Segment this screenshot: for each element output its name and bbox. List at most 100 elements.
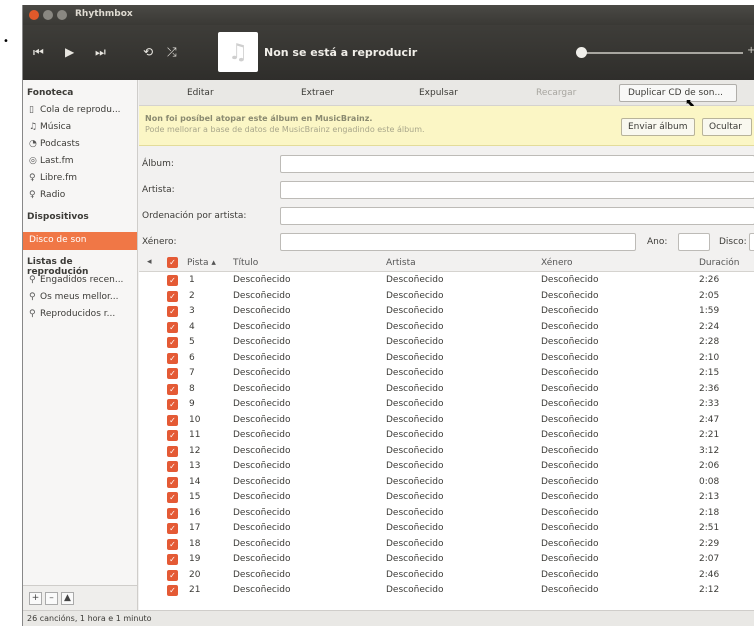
- remove-playlist-button[interactable]: –: [45, 592, 58, 605]
- reload-button[interactable]: Recargar: [536, 88, 576, 98]
- track-title: Descoñecido: [233, 569, 291, 580]
- track-checkbox[interactable]: ✓: [167, 569, 178, 581]
- table-row[interactable]: ✓ 7 Descoñecido Descoñecido Descoñecido 2:15: [139, 366, 754, 382]
- track-checkbox[interactable]: ✓: [167, 368, 178, 379]
- table-row[interactable]: ✓ 15 Descoñecido Descoñecido Descoñecido 2:13: [139, 490, 754, 506]
- track-checkbox[interactable]: ✓: [167, 445, 178, 457]
- close-window-button[interactable]: [29, 10, 39, 20]
- volume-slider-track[interactable]: [580, 52, 743, 54]
- track-artist: Descoñecido: [386, 554, 444, 564]
- sidebar-bottom-bar: + – ▲: [23, 585, 137, 610]
- column-title[interactable]: Título: [233, 258, 258, 268]
- play-icon[interactable]: ▶: [65, 45, 74, 59]
- table-row[interactable]: ✓ 1 Descoñecido Descoñecido Descoñecido 2:26: [139, 273, 754, 289]
- year-input[interactable]: [678, 233, 710, 251]
- table-row[interactable]: ✓ 20 Descoñecido Descoñecido Descoñecido 2:46: [139, 568, 754, 584]
- sidebar-item-music[interactable]: ♫ Música: [29, 122, 71, 132]
- track-checkbox[interactable]: ✓: [167, 321, 178, 333]
- artist-input[interactable]: [280, 181, 754, 199]
- album-input[interactable]: [280, 155, 754, 173]
- table-row[interactable]: ✓ 13 Descoñecido Descoñecido Descoñecido 2:06: [139, 459, 754, 475]
- now-playing-label: Non se está a reproducir: [264, 46, 418, 59]
- track-duration: 2:36: [699, 383, 720, 394]
- table-row[interactable]: ✓ 3 Descoñecido Descoñecido Descoñecido 1:59: [139, 304, 754, 320]
- track-checkbox[interactable]: ✓: [167, 337, 178, 348]
- table-row[interactable]: ✓ 11 Descoñecido Descoñecido Descoñecido 2:21: [139, 428, 754, 444]
- table-row[interactable]: ✓ 2 Descoñecido Descoñecido Descoñecido 2:05: [139, 289, 754, 305]
- select-all-checkbox[interactable]: ✓: [167, 257, 178, 268]
- artist-sort-input[interactable]: [280, 207, 754, 225]
- track-duration: 2:46: [699, 569, 720, 580]
- column-duration[interactable]: Duración: [699, 258, 740, 268]
- track-checkbox[interactable]: ✓: [167, 290, 178, 302]
- sidebar-item-play-queue[interactable]: ▯ Cola de reprodu...: [29, 105, 121, 115]
- sidebar-item-top-rated[interactable]: ⚲ Os meus mellor...: [29, 292, 118, 302]
- sidebar-item-recently-played[interactable]: ⚲ Reproducidos r...: [29, 309, 115, 319]
- table-row[interactable]: ✓ 12 Descoñecido Descoñecido Descoñecido 3:12: [139, 444, 754, 460]
- shuffle-icon[interactable]: ⤮: [167, 45, 177, 60]
- track-checkbox[interactable]: ✓: [167, 430, 178, 441]
- table-row[interactable]: ✓ 5 Descoñecido Descoñecido Descoñecido 2:28: [139, 335, 754, 351]
- track-number: 16: [189, 507, 201, 518]
- track-genre: Descoñecido: [541, 538, 599, 549]
- sidebar-item-lastfm[interactable]: ◎ Last.fm: [29, 156, 74, 166]
- column-track[interactable]: Pista ▴: [187, 258, 216, 268]
- music-note-icon: ♫: [228, 39, 248, 65]
- column-artist[interactable]: Artista: [386, 258, 416, 268]
- extract-button[interactable]: Extraer: [301, 88, 334, 98]
- sidebar-item-radio[interactable]: ♀ Radio: [29, 190, 65, 200]
- track-artist: Descoñecido: [386, 476, 444, 487]
- track-artist: Descoñecido: [386, 368, 444, 378]
- track-checkbox[interactable]: ✓: [167, 476, 178, 488]
- hide-button[interactable]: Ocultar: [702, 118, 752, 136]
- track-checkbox[interactable]: ✓: [167, 399, 178, 410]
- plus-icon[interactable]: +: [747, 45, 754, 56]
- player-toolbar: ⏮ ▶ ⏭ ⟲ ⤮ ♫ Non se está a reproducir +: [23, 25, 754, 80]
- track-checkbox[interactable]: ✓: [167, 383, 178, 395]
- table-row[interactable]: ✓ 9 Descoñecido Descoñecido Descoñecido 2:33: [139, 397, 754, 413]
- track-checkbox[interactable]: ✓: [167, 414, 178, 426]
- track-checkbox[interactable]: ✓: [167, 554, 178, 565]
- disc-input[interactable]: [749, 233, 754, 251]
- next-track-icon[interactable]: ⏭: [95, 45, 106, 60]
- volume-slider-knob[interactable]: [576, 47, 587, 58]
- add-playlist-button[interactable]: +: [29, 592, 42, 605]
- track-checkbox[interactable]: ✓: [167, 492, 178, 503]
- table-row[interactable]: ✓ 17 Descoñecido Descoñecido Descoñecido 2:51: [139, 521, 754, 537]
- column-genre[interactable]: Xénero: [541, 258, 573, 268]
- table-row[interactable]: ✓ 18 Descoñecido Descoñecido Descoñecido 2:29: [139, 537, 754, 553]
- table-row[interactable]: ✓ 19 Descoñecido Descoñecido Descoñecido 2:07: [139, 552, 754, 568]
- sidebar-item-audio-cd[interactable]: Disco de son: [23, 232, 137, 250]
- sidebar-item-librefm[interactable]: ♀ Libre.fm: [29, 173, 77, 183]
- track-checkbox[interactable]: ✓: [167, 275, 178, 286]
- table-row[interactable]: ✓ 21 Descoñecido Descoñecido Descoñecido 2:12: [139, 583, 754, 599]
- table-row[interactable]: ✓ 6 Descoñecido Descoñecido Descoñecido 2:10: [139, 351, 754, 367]
- edit-button[interactable]: Editar: [187, 88, 214, 98]
- sidebar-item-podcasts[interactable]: ◔ Podcasts: [29, 139, 80, 149]
- table-row[interactable]: ✓ 16 Descoñecido Descoñecido Descoñecido 2:18: [139, 506, 754, 522]
- eject-action-button[interactable]: Expulsar: [419, 88, 458, 98]
- track-number: 9: [189, 399, 195, 409]
- previous-track-icon[interactable]: ⏮: [33, 45, 44, 60]
- table-row[interactable]: ✓ 10 Descoñecido Descoñecido Descoñecido 2:47: [139, 413, 754, 429]
- submit-album-button[interactable]: Enviar álbum: [621, 118, 695, 136]
- sidebar-item-recently-added[interactable]: ⚲ Engadidos recen...: [29, 275, 123, 285]
- repeat-icon[interactable]: ⟲: [143, 45, 153, 59]
- maximize-window-button[interactable]: [57, 10, 67, 20]
- track-checkbox[interactable]: ✓: [167, 507, 178, 519]
- track-checkbox[interactable]: ✓: [167, 306, 178, 317]
- track-checkbox[interactable]: ✓: [167, 523, 178, 534]
- table-row[interactable]: ✓ 8 Descoñecido Descoñecido Descoñecido 2:36: [139, 382, 754, 398]
- duplicate-cd-button[interactable]: Duplicar CD de son...: [619, 84, 737, 102]
- genre-input[interactable]: [280, 233, 636, 251]
- table-row[interactable]: ✓ 4 Descoñecido Descoñecido Descoñecido 2:24: [139, 320, 754, 336]
- track-checkbox[interactable]: ✓: [167, 585, 178, 596]
- track-checkbox[interactable]: ✓: [167, 352, 178, 364]
- bullet: •: [3, 36, 9, 47]
- track-checkbox[interactable]: ✓: [167, 538, 178, 550]
- table-row[interactable]: ✓ 14 Descoñecido Descoñecido Descoñecido 0:08: [139, 475, 754, 491]
- eject-button[interactable]: ▲: [61, 592, 74, 605]
- playing-column-icon: ◂: [147, 257, 152, 267]
- minimize-window-button[interactable]: [43, 10, 53, 20]
- track-checkbox[interactable]: ✓: [167, 461, 178, 472]
